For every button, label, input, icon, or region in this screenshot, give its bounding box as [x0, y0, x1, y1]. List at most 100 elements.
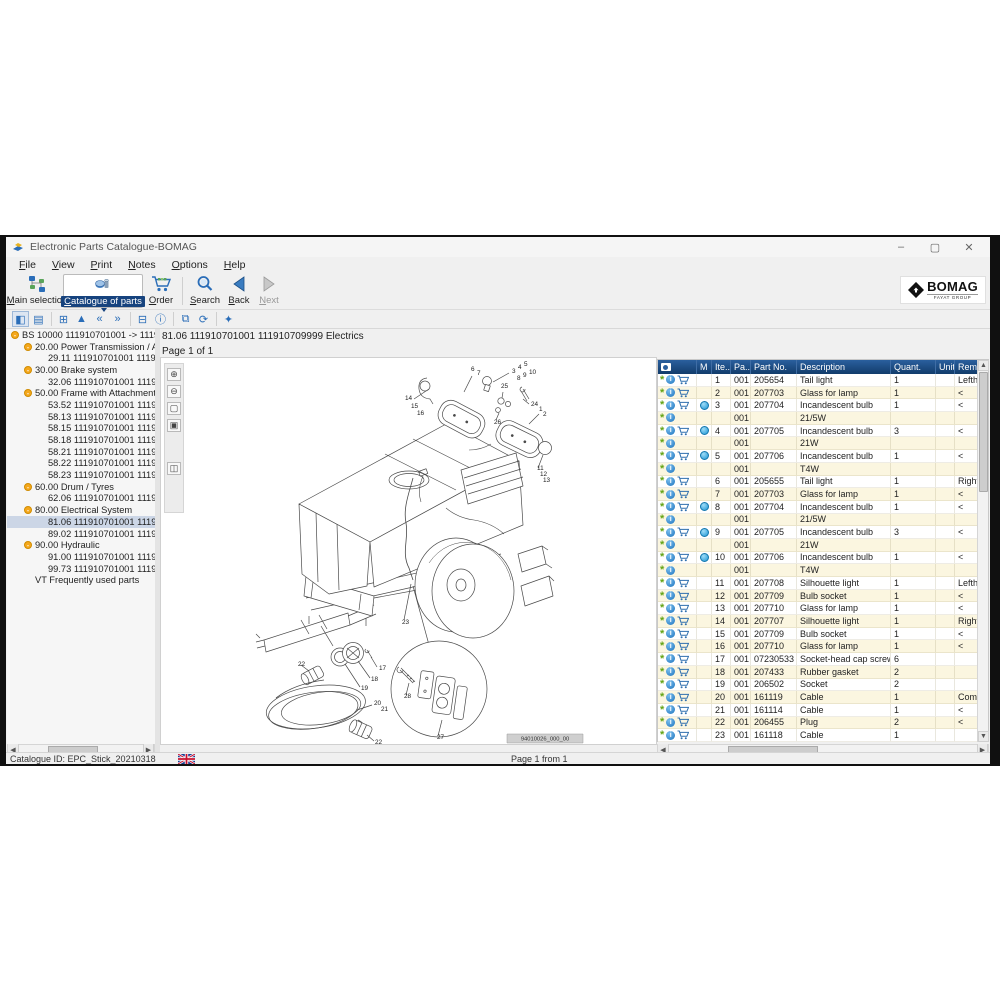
- cart-icon[interactable]: [677, 591, 689, 601]
- cart-icon[interactable]: [677, 705, 689, 715]
- table-row[interactable]: * i 001 21/5W: [658, 412, 988, 425]
- add-part-icon[interactable]: *: [660, 604, 664, 612]
- add-part-icon[interactable]: *: [660, 731, 664, 739]
- menu-print[interactable]: Print: [84, 258, 120, 272]
- info-icon[interactable]: i: [666, 515, 675, 524]
- cart-icon[interactable]: [677, 578, 689, 588]
- add-part-icon[interactable]: *: [660, 477, 664, 485]
- layout-left-view-icon[interactable]: ◧: [12, 311, 29, 327]
- tree-item[interactable]: - 58.21 111910701001 111910709999 Sh: [7, 446, 155, 458]
- info-icon[interactable]: i: [666, 490, 675, 499]
- minimize-button[interactable]: –: [884, 237, 918, 257]
- tree-item[interactable]: - 80.00 Electrical System: [7, 504, 155, 516]
- table-row[interactable]: * i 001 21/5W: [658, 514, 988, 527]
- add-part-icon[interactable]: *: [660, 617, 664, 625]
- table-row[interactable]: * i 17 001 07230533 Socket-head cap scre…: [658, 653, 988, 666]
- info-icon[interactable]: i: [666, 388, 675, 397]
- maximize-button[interactable]: ▢: [918, 237, 952, 257]
- tree-item[interactable]: - 60.00 Drum / Tyres: [7, 481, 155, 493]
- table-row[interactable]: * i 19 001 206502 Socket 2: [658, 679, 988, 692]
- cart-icon[interactable]: [677, 400, 689, 410]
- table-row[interactable]: * i 21 001 161114 Cable 1 <: [658, 704, 988, 717]
- info-icon[interactable]: i: [666, 413, 675, 422]
- add-part-icon[interactable]: *: [660, 693, 664, 701]
- info-icon[interactable]: i: [666, 705, 675, 714]
- add-part-icon[interactable]: *: [660, 376, 664, 384]
- add-part-icon[interactable]: *: [660, 668, 664, 676]
- info-icon[interactable]: i: [666, 401, 675, 410]
- tree-collapse-icon[interactable]: -: [24, 343, 32, 351]
- zoom-out-icon[interactable]: ⊖: [167, 385, 181, 398]
- search-button[interactable]: Search: [187, 274, 223, 308]
- info-icon[interactable]: i: [666, 718, 675, 727]
- cart-icon[interactable]: [677, 426, 689, 436]
- add-part-icon[interactable]: *: [660, 515, 664, 523]
- add-part-icon[interactable]: *: [660, 503, 664, 511]
- info-icon[interactable]: i: [666, 629, 675, 638]
- table-row[interactable]: * i 22 001 206455 Plug 2 <: [658, 717, 988, 730]
- tree-item[interactable]: - 53.52 111910701001 111910709999 Hy: [7, 399, 155, 411]
- add-part-icon[interactable]: *: [660, 401, 664, 409]
- refresh-window-icon[interactable]: ⟳: [195, 311, 212, 327]
- table-row[interactable]: * i 3 001 207704 Incandescent bulb 1 <: [658, 399, 988, 412]
- tree-collapse-icon[interactable]: -: [24, 541, 32, 549]
- tree-item[interactable]: - 29.11 111910701001 111910709999 Ca: [7, 352, 155, 364]
- cart-icon[interactable]: [677, 629, 689, 639]
- back-button[interactable]: Back: [225, 274, 253, 308]
- exploded-view-drawing[interactable]: 94010026_000_00 671415163458910252426121…: [161, 358, 656, 744]
- tree-item[interactable]: - 58.13 111910701001 111910709999 Su: [7, 411, 155, 423]
- table-row[interactable]: * i 1 001 205654 Tail light 1 Lefthand: [658, 374, 988, 387]
- cart-icon[interactable]: [677, 552, 689, 562]
- catalogue-of-parts-button[interactable]: Catalogue of parts: [63, 274, 143, 308]
- add-part-icon[interactable]: *: [660, 630, 664, 638]
- add-part-icon[interactable]: *: [660, 528, 664, 536]
- zoom-in-icon[interactable]: ⊕: [167, 368, 181, 381]
- first-page-icon[interactable]: «: [91, 311, 108, 327]
- scroll-down-arrow[interactable]: ▼: [978, 731, 989, 742]
- print-icon[interactable]: ⊟: [134, 311, 151, 327]
- main-selection-button[interactable]: Main selection: [12, 274, 62, 308]
- tree-collapse-icon[interactable]: -: [24, 483, 32, 491]
- add-part-icon[interactable]: *: [660, 465, 664, 473]
- tree-item[interactable]: - 50.00 Frame with Attachment Parts: [7, 387, 155, 399]
- tree-item[interactable]: - 99.73 111910701001 111910709999 Va: [7, 563, 155, 575]
- table-row[interactable]: * i 13 001 207710 Glass for lamp 1 <: [658, 602, 988, 615]
- info-icon[interactable]: i: [666, 591, 675, 600]
- table-row[interactable]: * i 4 001 207705 Incandescent bulb 3 <: [658, 425, 988, 438]
- table-row[interactable]: * i 12 001 207709 Bulb socket 1 <: [658, 590, 988, 603]
- cart-icon[interactable]: [677, 654, 689, 664]
- info-icon[interactable]: i: [666, 528, 675, 537]
- cart-icon[interactable]: [677, 641, 689, 651]
- order-button[interactable]: Order: [145, 274, 177, 308]
- menu-view[interactable]: View: [45, 258, 82, 272]
- tree-structure-icon[interactable]: ⊞: [55, 311, 72, 327]
- add-part-icon[interactable]: *: [660, 389, 664, 397]
- cart-icon[interactable]: [677, 717, 689, 727]
- table-row[interactable]: * i 10 001 207706 Incandescent bulb 1 <: [658, 552, 988, 565]
- tree-collapse-icon[interactable]: -: [11, 331, 19, 339]
- add-part-icon[interactable]: *: [660, 592, 664, 600]
- info-icon[interactable]: i: [666, 540, 675, 549]
- tree-collapse-icon[interactable]: -: [24, 506, 32, 514]
- info-icon[interactable]: i: [666, 654, 675, 663]
- add-part-icon[interactable]: *: [660, 427, 664, 435]
- table-row[interactable]: * i 001 T4W: [658, 463, 988, 476]
- info-icon[interactable]: i: [666, 502, 675, 511]
- info-icon[interactable]: i: [666, 439, 675, 448]
- tree-item[interactable]: - 90.00 Hydraulic: [7, 539, 155, 551]
- add-part-icon[interactable]: *: [660, 579, 664, 587]
- menu-options[interactable]: Options: [165, 258, 215, 272]
- export-window-icon[interactable]: ⧉: [177, 311, 194, 327]
- tree-item[interactable]: - BS 10000 111910701001 -> 111910709999 …: [7, 329, 155, 341]
- info-icon[interactable]: ⓘ: [152, 311, 169, 327]
- tree-item[interactable]: - 81.06 111910701001 111910709999 Ele: [7, 516, 155, 528]
- add-part-icon[interactable]: *: [660, 566, 664, 574]
- fit-page-icon[interactable]: ▢: [167, 402, 181, 415]
- cart-icon[interactable]: [677, 375, 689, 385]
- add-part-icon[interactable]: *: [660, 414, 664, 422]
- tree-collapse-icon[interactable]: -: [24, 389, 32, 397]
- table-row[interactable]: * i 14 001 207707 Silhouette light 1 Rig…: [658, 615, 988, 628]
- tree-collapse-icon[interactable]: -: [24, 366, 32, 374]
- table-row[interactable]: * i 18 001 207433 Rubber gasket 2: [658, 666, 988, 679]
- menu-notes[interactable]: Notes: [121, 258, 162, 272]
